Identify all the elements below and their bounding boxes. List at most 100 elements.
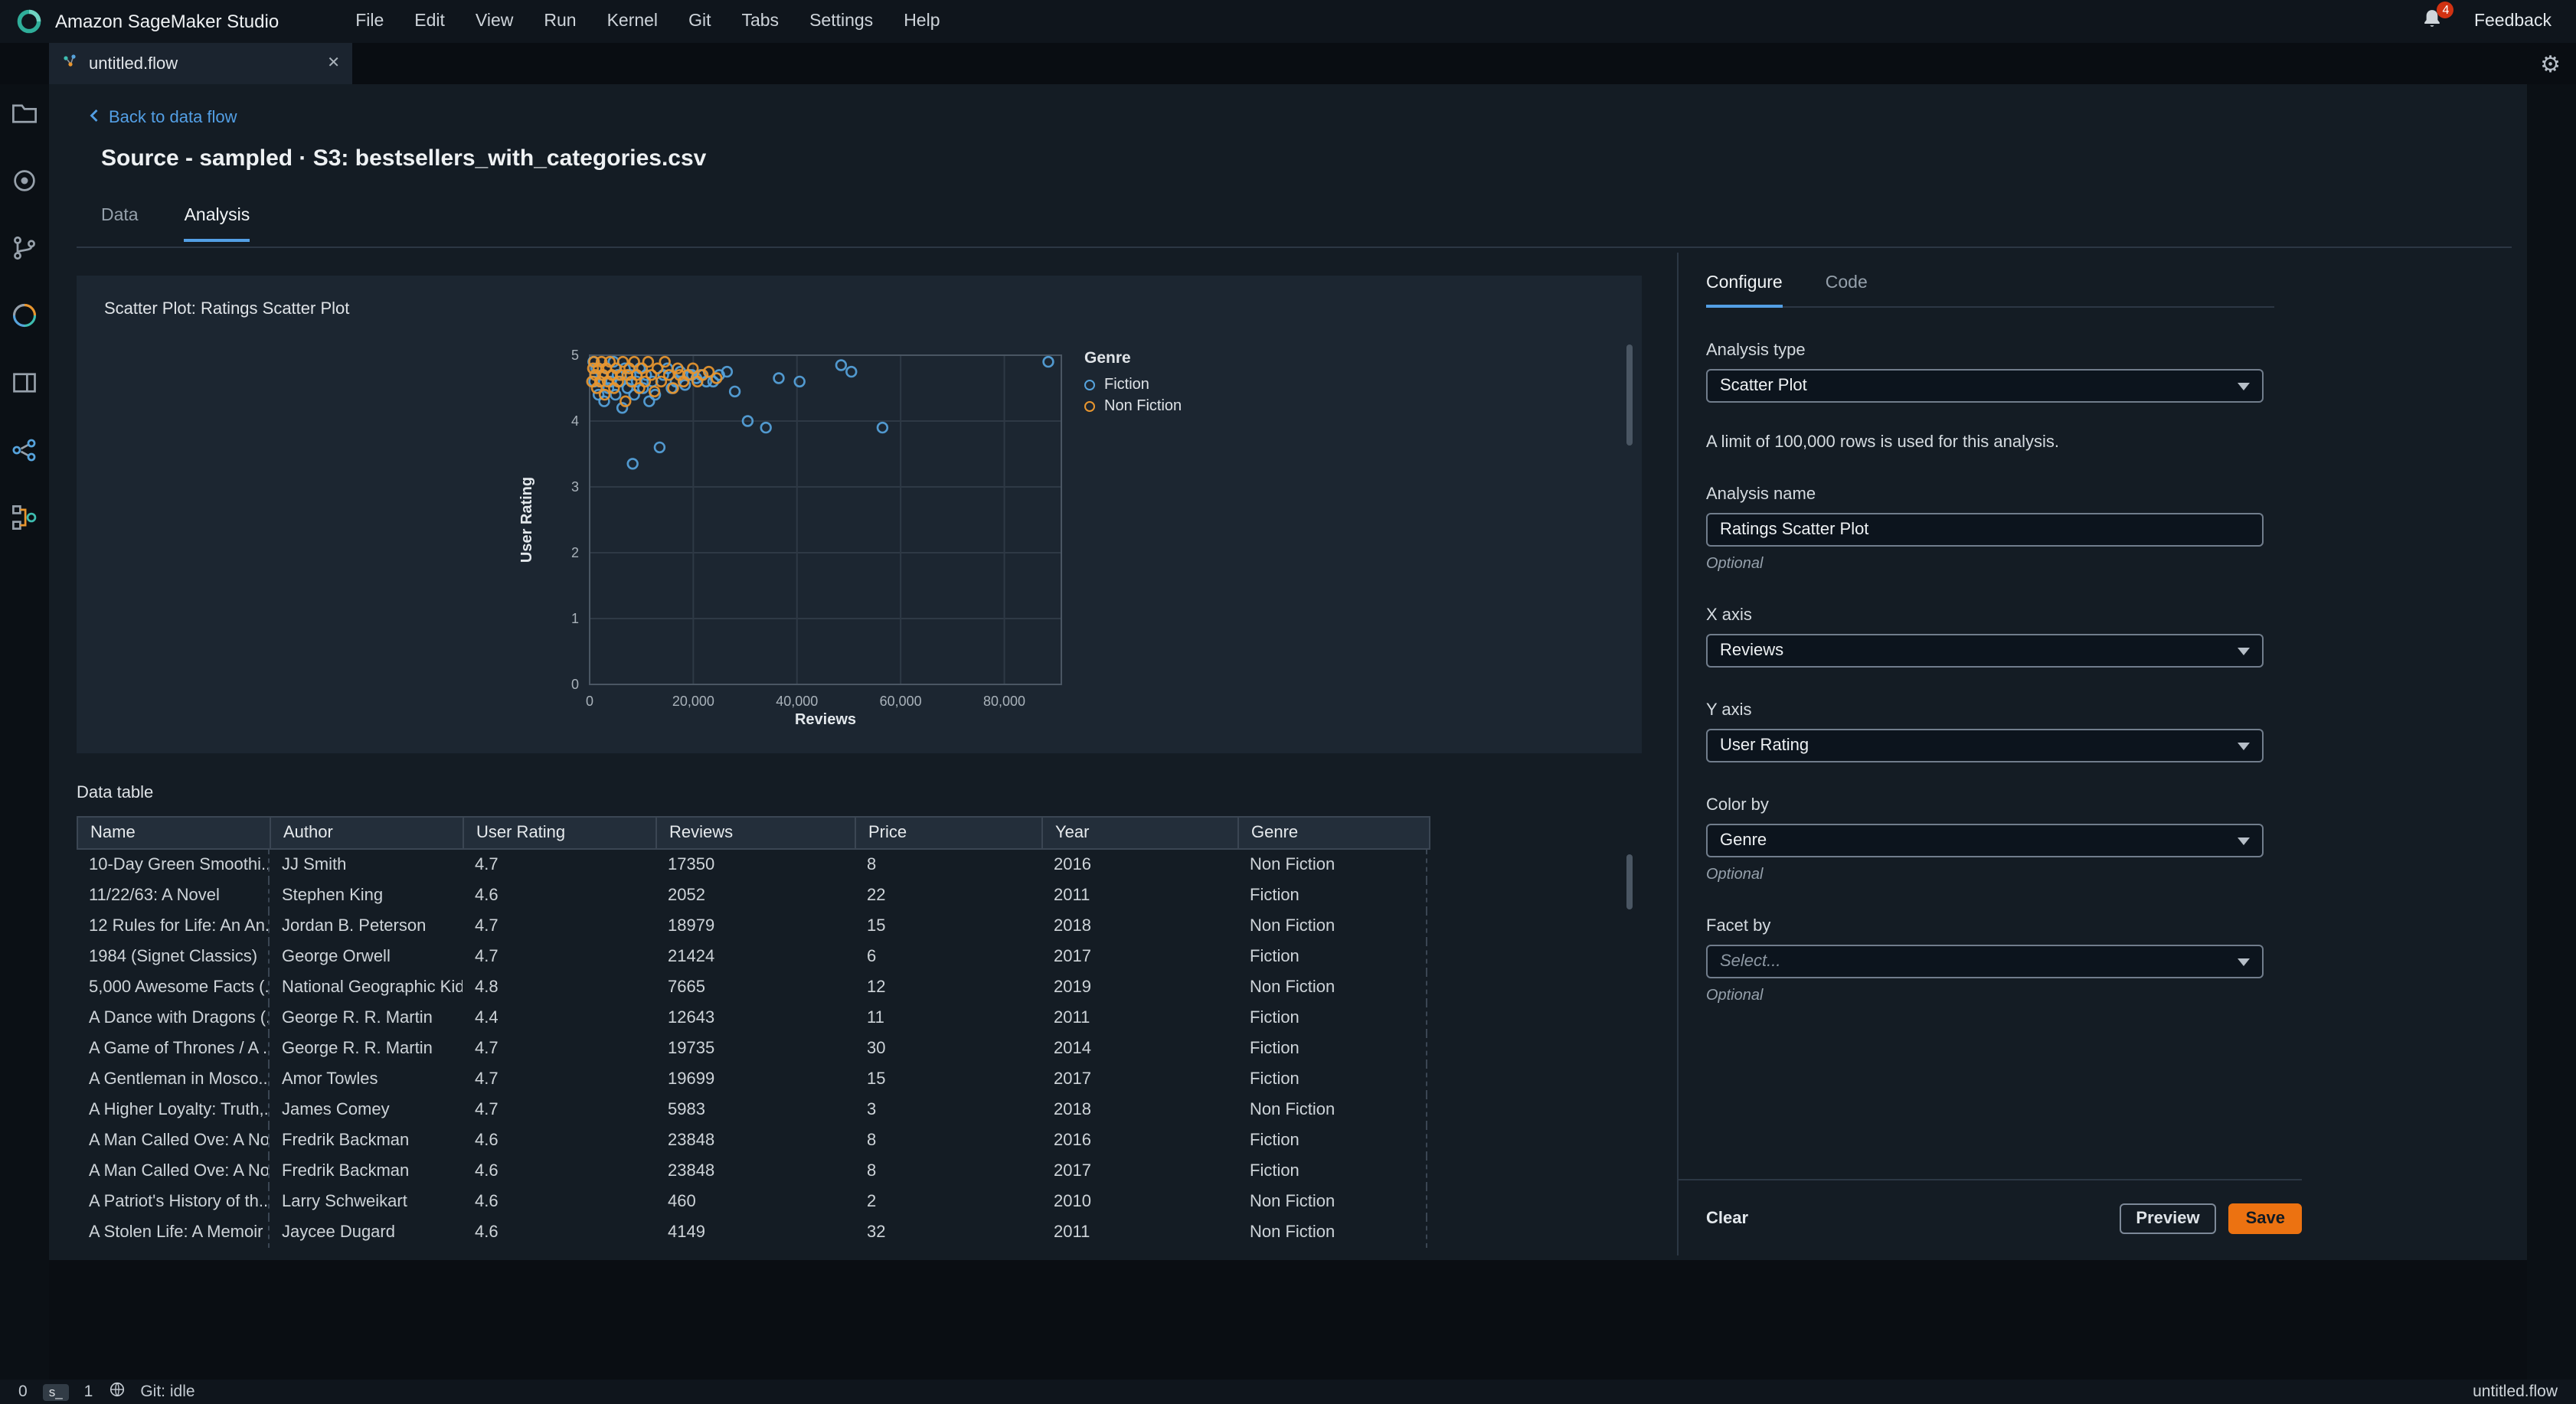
globe-icon[interactable] [108, 1381, 125, 1402]
git-icon[interactable] [11, 234, 38, 262]
app-title: Amazon SageMaker Studio [55, 11, 280, 32]
svg-text:40,000: 40,000 [776, 694, 818, 709]
x-axis-label: X axis [1706, 606, 1752, 625]
data-flow-icon[interactable] [11, 504, 38, 531]
chevron-left-icon [89, 109, 100, 127]
table-row[interactable]: A Dance with Dragons (... George R. R. M… [77, 1003, 1430, 1033]
menu-item[interactable]: Settings [794, 12, 888, 31]
facet-by-select[interactable]: Select... [1706, 945, 2264, 978]
page-title: Source - sampled · S3: bestsellers_with_… [101, 145, 707, 171]
sagemaker-logo-icon [15, 8, 43, 35]
main-content: Back to data flow Source - sampled · S3:… [49, 84, 2527, 1260]
kernel-badge[interactable]: s_ [42, 1383, 69, 1400]
preview-button[interactable]: Preview [2119, 1203, 2217, 1233]
svg-text:1: 1 [571, 611, 579, 626]
column-header-name[interactable]: Name [78, 818, 271, 848]
notification-count-badge: 4 [2437, 1, 2454, 18]
y-axis-select[interactable]: User Rating [1706, 729, 2264, 762]
scatter-plot-panel: Scatter Plot: Ratings Scatter Plot 0 1 2 3 4… [77, 276, 1642, 753]
table-row[interactable]: A Man Called Ove: A No... Fredrik Backma… [77, 1125, 1430, 1156]
svg-text:80,000: 80,000 [983, 694, 1025, 709]
menu-item[interactable]: View [460, 12, 528, 31]
left-sidebar [0, 84, 49, 1380]
menu-bar: File Edit View Run Kernel Git Tabs Settings Help [340, 12, 955, 31]
svg-text:0: 0 [571, 677, 579, 692]
svg-text:4: 4 [571, 413, 579, 429]
top-menu-bar: Amazon SageMaker Studio File Edit View Run K… [0, 0, 2576, 43]
fiction-dot-icon [1084, 379, 1095, 390]
pipeline-icon[interactable] [11, 436, 38, 464]
menu-item[interactable]: Git [673, 12, 726, 31]
table-row[interactable]: 1984 (Signet Classics) George Orwell 4.7… [77, 942, 1430, 972]
back-to-data-flow-link[interactable]: Back to data flow [89, 109, 237, 127]
color-by-select[interactable]: Genre [1706, 824, 2264, 857]
tab-untitled-flow[interactable]: untitled.flow ✕ [49, 43, 352, 84]
scatter-plot-svg: 0 1 2 3 4 5 0 20,000 40,000 60,000 80,000 Reviews Us… [518, 348, 1062, 726]
clear-button[interactable]: Clear [1706, 1209, 1748, 1227]
column-header-genre[interactable]: Genre [1239, 818, 1429, 848]
chart-legend: Genre Fiction Non Fiction [1084, 349, 1182, 416]
flow-file-icon [61, 52, 80, 75]
table-row[interactable]: A Game of Thrones / A ... George R. R. M… [77, 1033, 1430, 1064]
menu-item[interactable]: Run [528, 12, 591, 31]
data-table-title: Data table [77, 784, 154, 802]
status-file-name: untitled.flow [2473, 1383, 2558, 1401]
nonfiction-dot-icon [1084, 400, 1095, 411]
column-header-author[interactable]: Author [271, 818, 464, 848]
table-row[interactable]: 10-Day Green Smoothi... JJ Smith 4.7 173… [77, 850, 1430, 880]
data-table: Name Author User Rating Reviews Price Ye… [77, 816, 1430, 1260]
table-row[interactable]: A Higher Loyalty: Truth,... James Comey … [77, 1095, 1430, 1125]
tab-code[interactable]: Code [1826, 274, 1868, 306]
table-scrollbar[interactable] [1626, 854, 1633, 909]
error-count[interactable]: 0 [18, 1383, 28, 1401]
chevron-down-icon [2238, 837, 2250, 844]
column-header-price[interactable]: Price [856, 818, 1043, 848]
terminal-count[interactable]: 1 [84, 1383, 93, 1401]
column-header-user-rating[interactable]: User Rating [464, 818, 657, 848]
right-edge-strip [2527, 84, 2576, 1380]
tab-configure[interactable]: Configure [1706, 274, 1783, 308]
column-header-reviews[interactable]: Reviews [657, 818, 856, 848]
table-row[interactable]: 12 Rules for Life: An An... Jordan B. Pe… [77, 911, 1430, 942]
table-row[interactable]: 5,000 Awesome Facts (... National Geogra… [77, 972, 1430, 1003]
close-icon[interactable]: ✕ [327, 55, 340, 72]
feedback-link[interactable]: Feedback [2474, 12, 2551, 31]
config-panel: Configure Code Analysis type Scatter Plo… [1677, 253, 2302, 1255]
app-window: Amazon SageMaker Studio File Edit View Run K… [0, 0, 2576, 1404]
resources-icon[interactable] [11, 302, 38, 329]
tab-data[interactable]: Data [101, 207, 139, 242]
table-row[interactable]: A Stolen Life: A Memoir Jaycee Dugard 4.… [77, 1217, 1430, 1248]
svg-text:3: 3 [571, 479, 579, 495]
table-row[interactable]: 11/22/63: A Novel Stephen King 4.6 2052 … [77, 880, 1430, 911]
tab-analysis[interactable]: Analysis [184, 207, 250, 242]
gear-icon[interactable]: ⚙ [2540, 50, 2576, 77]
running-icon[interactable] [11, 167, 38, 194]
table-row[interactable]: A Gentleman in Mosco... Amor Towles 4.7 … [77, 1064, 1430, 1095]
svg-text:0: 0 [586, 694, 593, 709]
column-header-year[interactable]: Year [1043, 818, 1239, 848]
x-axis-select[interactable]: Reviews [1706, 634, 2264, 668]
chevron-down-icon [2238, 382, 2250, 390]
menu-item[interactable]: Help [888, 12, 955, 31]
menu-item[interactable]: Edit [399, 12, 460, 31]
config-actions-bar: Clear Preview Save [1679, 1179, 2302, 1255]
table-row[interactable]: A Man Called Ove: A No... Fredrik Backma… [77, 1156, 1430, 1187]
chevron-down-icon [2238, 647, 2250, 655]
menu-item[interactable]: File [340, 12, 399, 31]
folder-icon[interactable] [11, 100, 38, 127]
legend-item-fiction[interactable]: Fiction [1084, 374, 1182, 395]
document-tab-bar: untitled.flow ✕ ⚙ [0, 43, 2576, 84]
chart-scrollbar[interactable] [1626, 344, 1633, 446]
status-bar: 0 s_ 1 Git: idle untitled.flow [0, 1380, 2576, 1404]
save-button[interactable]: Save [2228, 1203, 2302, 1233]
legend-item-nonfiction[interactable]: Non Fiction [1084, 395, 1182, 416]
notifications-button[interactable]: 4 [2422, 1, 2454, 36]
menu-item[interactable]: Kernel [592, 12, 674, 31]
table-row[interactable]: A Patriot's History of th... Larry Schwe… [77, 1187, 1430, 1217]
analysis-name-input[interactable] [1706, 513, 2264, 547]
tabs-icon[interactable] [11, 369, 38, 397]
color-by-optional: Optional [1706, 867, 1764, 883]
analysis-type-select[interactable]: Scatter Plot [1706, 369, 2264, 403]
menu-item[interactable]: Tabs [726, 12, 794, 31]
git-status[interactable]: Git: idle [140, 1383, 195, 1401]
